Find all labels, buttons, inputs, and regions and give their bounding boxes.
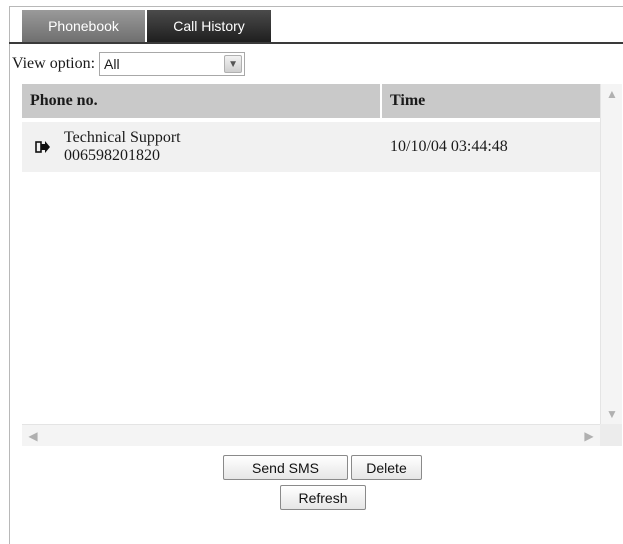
tab-divider (9, 42, 623, 44)
tab-bar: Phonebook Call History (22, 10, 271, 42)
scroll-down-icon[interactable]: ▼ (601, 404, 623, 424)
scrollbar-corner (600, 424, 622, 446)
table-row[interactable]: Technical Support 006598201820 10/10/04 … (22, 122, 600, 172)
scroll-up-icon[interactable]: ▲ (601, 84, 623, 104)
column-header-phone[interactable]: Phone no. (22, 84, 382, 118)
call-history-list: Phone no. Time Technical Support 0065982… (22, 84, 622, 446)
horizontal-scrollbar[interactable]: ◀ ▶ (22, 424, 600, 446)
column-header-time[interactable]: Time (382, 84, 600, 118)
call-time: 10/10/04 03:44:48 (390, 138, 508, 155)
view-option-value: All (104, 56, 120, 72)
refresh-button[interactable]: Refresh (280, 485, 366, 510)
send-sms-button[interactable]: Send SMS (223, 455, 348, 480)
tab-phonebook[interactable]: Phonebook (22, 10, 145, 42)
view-option-row: View option: All ▼ (12, 52, 246, 76)
tab-call-history[interactable]: Call History (145, 10, 271, 42)
vertical-scrollbar[interactable]: ▲ ▼ (600, 84, 622, 424)
contact-cell: Technical Support 006598201820 (64, 122, 382, 172)
scroll-right-icon[interactable]: ▶ (578, 425, 600, 447)
view-option-select[interactable]: All ▼ (99, 52, 246, 76)
chevron-down-icon[interactable]: ▼ (224, 55, 243, 73)
delete-button[interactable]: Delete (351, 455, 422, 480)
outgoing-call-icon (22, 122, 64, 172)
view-option-label: View option: (12, 55, 96, 72)
contact-name: Technical Support (64, 129, 181, 146)
contact-number: 006598201820 (64, 147, 160, 164)
table-header: Phone no. Time (22, 84, 600, 118)
scroll-left-icon[interactable]: ◀ (22, 425, 44, 447)
